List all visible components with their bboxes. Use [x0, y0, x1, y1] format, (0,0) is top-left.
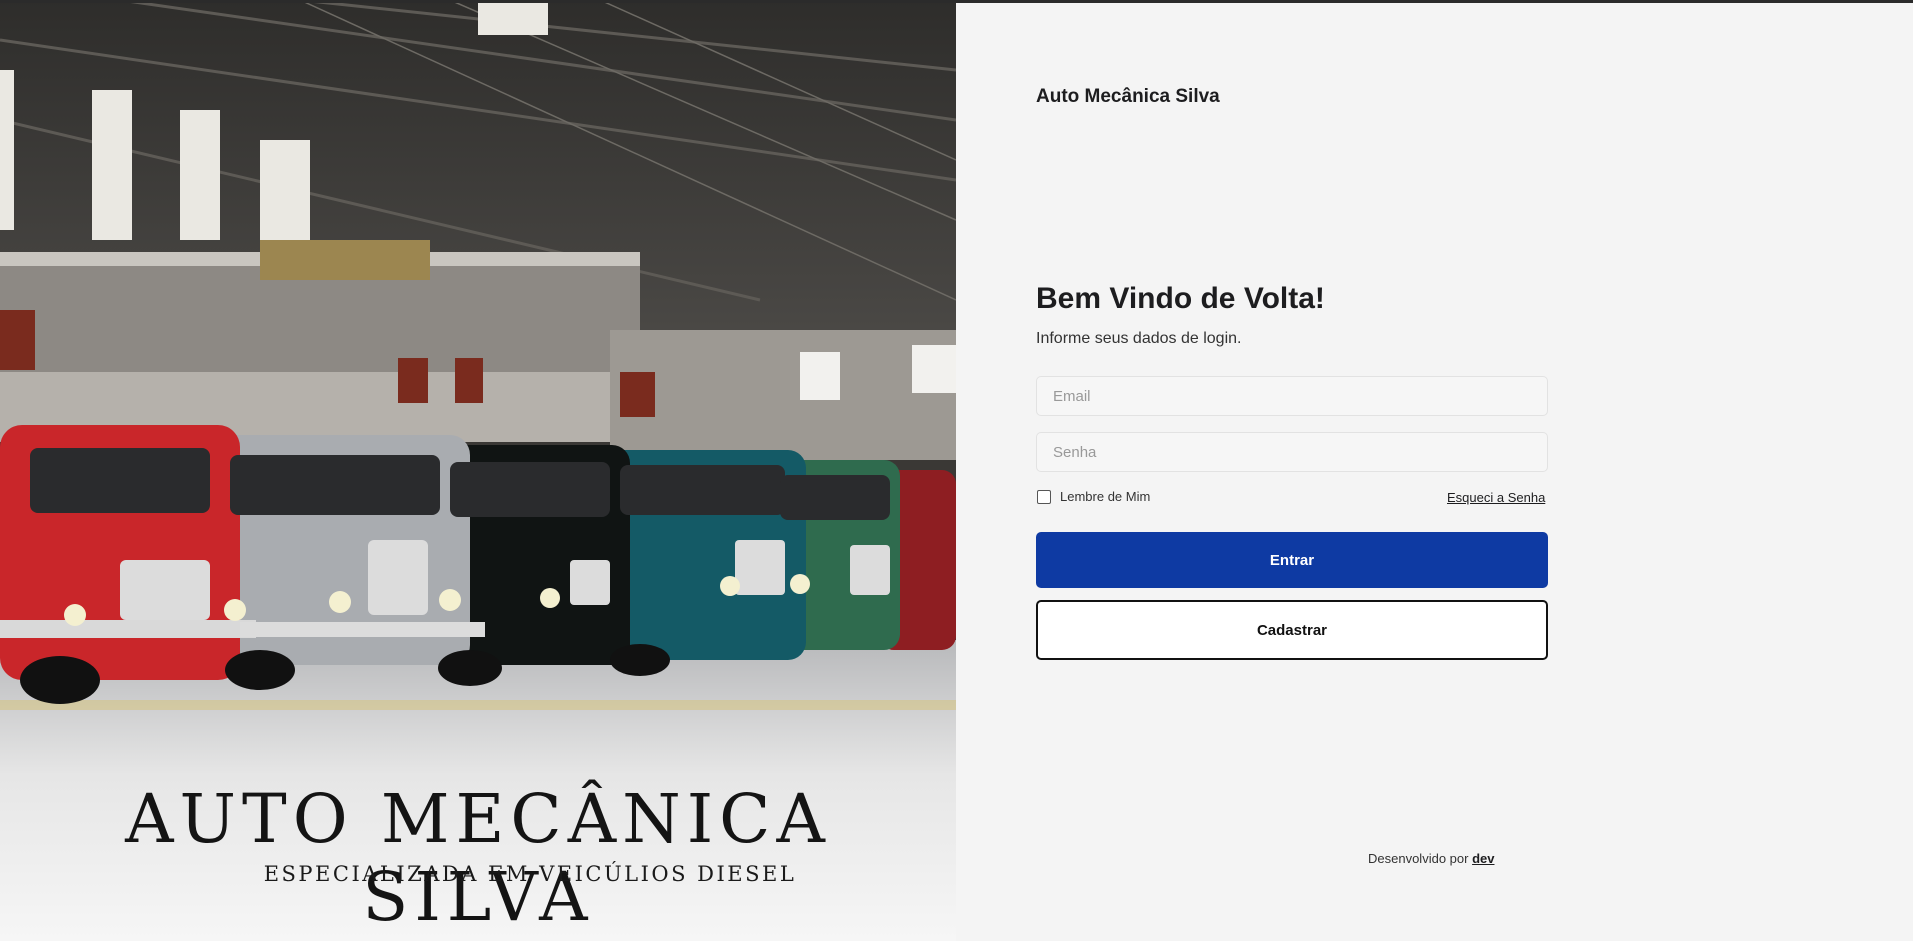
remember-checkbox[interactable]	[1037, 489, 1051, 504]
remember-me[interactable]: Lembre de Mim	[1036, 489, 1150, 504]
page-title: Bem Vindo de Volta!	[1036, 282, 1325, 315]
login-button[interactable]: Entrar	[1036, 532, 1548, 588]
footer-credit: Desenvolvido por dev	[1368, 851, 1494, 866]
login-panel: Auto Mecânica Silva Bem Vindo de Volta! …	[956, 0, 1913, 941]
hero-subtitle: ESPECIALIZADA EM VEICÚLIOS DIESEL	[263, 862, 797, 886]
hero-image: AUTO MECÂNICA SILVA ESPECIALIZADA EM VEI…	[0, 0, 956, 941]
register-button[interactable]: Cadastrar	[1036, 600, 1548, 660]
forgot-password-link[interactable]: Esqueci a Senha	[1447, 490, 1545, 505]
remember-label: Lembre de Mim	[1060, 489, 1151, 504]
password-field[interactable]	[1036, 432, 1548, 472]
footer-prefix: Desenvolvido por	[1368, 851, 1469, 866]
footer-dev-link[interactable]: dev	[1472, 851, 1494, 866]
page-subtitle: Informe seus dados de login.	[1036, 330, 1242, 347]
top-border	[0, 0, 1913, 3]
email-field[interactable]	[1036, 376, 1548, 416]
brand-name: Auto Mecânica Silva	[1036, 86, 1220, 107]
hero-title: AUTO MECÂNICA SILVA	[125, 780, 831, 936]
